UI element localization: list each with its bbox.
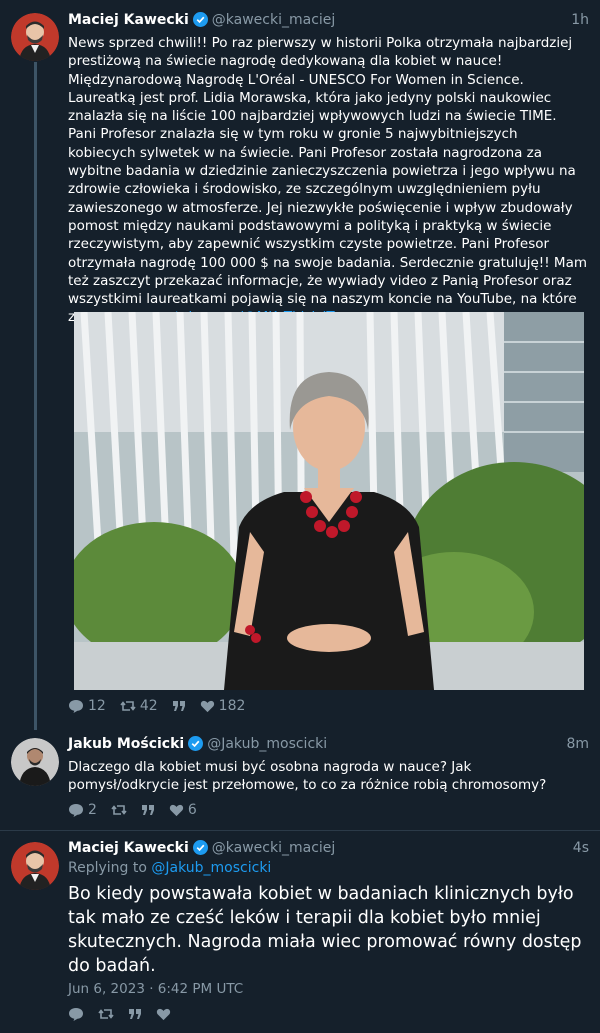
replying-to-handle[interactable]: @Jakub_moscicki [151, 860, 271, 876]
tweet-text: Dlaczego dla kobiet musi być osobna nagr… [68, 759, 547, 794]
like-button[interactable]: 6 [169, 800, 197, 820]
quote-button[interactable] [128, 1007, 142, 1021]
retweet-button[interactable] [111, 802, 127, 818]
replying-to: Replying to @Jakub_moscicki [68, 858, 589, 878]
author-name[interactable]: Maciej Kawecki [68, 12, 189, 28]
verified-badge-icon [188, 736, 204, 757]
reply-icon [68, 698, 84, 714]
avatar-maciej[interactable] [11, 13, 59, 61]
quote-icon [128, 1007, 142, 1021]
retweet-icon [98, 1006, 114, 1022]
author-handle[interactable]: @Jakub_moscicki [207, 736, 327, 752]
heart-icon [169, 803, 184, 817]
tweet-time[interactable]: 4s [573, 838, 589, 858]
tweet-time[interactable]: 8m [566, 734, 589, 754]
reply-icon [68, 802, 84, 818]
author-name[interactable]: Maciej Kawecki [68, 840, 189, 856]
quote-icon [172, 699, 186, 713]
like-button[interactable] [156, 1007, 171, 1021]
heart-icon [156, 1007, 171, 1021]
quote-button[interactable] [172, 699, 186, 713]
like-button[interactable]: 182 [200, 696, 246, 716]
tweet-text: Bo kiedy powstawała kobiet w badaniach k… [68, 884, 582, 976]
reply-count: 2 [88, 802, 97, 818]
tweet-actions: 2 6 [68, 800, 197, 820]
quote-icon [141, 803, 155, 817]
quote-button[interactable] [141, 803, 155, 817]
retweet-button[interactable]: 42 [120, 696, 158, 716]
avatar-maciej[interactable] [11, 842, 59, 890]
replying-prefix: Replying to [68, 860, 147, 876]
tweet-photo[interactable] [74, 312, 584, 690]
tweet-actions [68, 1004, 171, 1024]
tweet-header: Maciej Kawecki @kawecki_maciej 4s [68, 838, 589, 858]
reply-count: 12 [88, 698, 106, 714]
avatar-jakub[interactable] [11, 738, 59, 786]
reply-button[interactable]: 12 [68, 696, 106, 716]
reply-button[interactable]: 2 [68, 800, 97, 820]
tweet-header: Maciej Kawecki @kawecki_maciej 1h [68, 10, 589, 30]
retweet-icon [120, 698, 136, 714]
like-count: 182 [218, 698, 246, 714]
tweet-actions: 12 42 182 [68, 696, 245, 716]
author-handle[interactable]: @kawecki_maciej [212, 840, 336, 856]
tweet-header: Jakub Mościcki @Jakub_moscicki 8m [68, 734, 589, 754]
like-count: 6 [187, 802, 197, 818]
tweet-time[interactable]: 1h [571, 10, 589, 30]
retweet-button[interactable] [98, 1006, 114, 1022]
author-name[interactable]: Jakub Mościcki [68, 736, 184, 752]
tweet-body: News sprzed chwili!! Po raz pierwszy w h… [68, 35, 587, 325]
retweet-icon [111, 802, 127, 818]
reply-button[interactable] [68, 1006, 84, 1022]
tweet-text: News sprzed chwili!! Po raz pierwszy w h… [68, 34, 588, 327]
tweet-date[interactable]: Jun 6, 2023 · 6:42 PM UTC [68, 979, 589, 999]
heart-icon [200, 699, 215, 713]
reply-icon [68, 1006, 84, 1022]
divider [0, 830, 600, 831]
retweet-count: 42 [139, 698, 158, 714]
author-handle[interactable]: @kawecki_maciej [212, 12, 336, 28]
verified-badge-icon [192, 12, 208, 33]
thread-line [34, 62, 37, 730]
